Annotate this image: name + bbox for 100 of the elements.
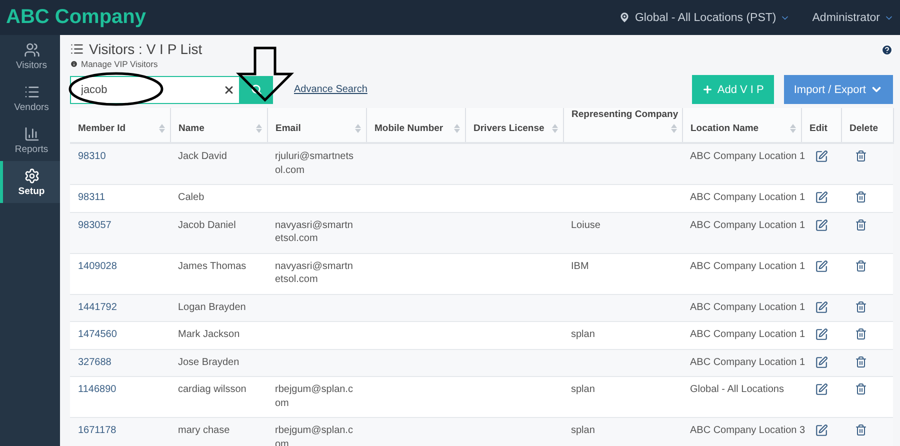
column-header: Edit [810,123,828,134]
table-cell: ABC Company Location 1 [690,220,806,230]
table-cell: rjuluri@smartnetsol.com [275,151,354,176]
location-pin-icon [618,11,631,24]
edit-button[interactable] [815,218,828,232]
edit-icon [815,218,828,232]
trash-icon [855,300,867,312]
sidebar-item[interactable]: Reports [0,119,60,161]
page-subtitle: Manage VIP Visitors [81,59,158,69]
member-id-link[interactable]: 327688 [78,356,112,368]
trash-icon [855,150,867,162]
delete-button[interactable] [855,260,867,272]
search-icon [251,84,262,95]
table-cell: Global - All Locations [690,384,784,395]
edit-button[interactable] [815,328,828,341]
table-cell: Jose Brayden [178,356,240,368]
delete-button[interactable] [855,218,867,232]
column-header: Mobile Number [374,123,444,134]
table-cell: ABC Company Location 3 [690,425,806,436]
table-cell: splan [571,384,595,395]
table-cell: ABC Company Location 1 [690,329,806,340]
help-icon[interactable] [881,44,893,56]
edit-button[interactable] [815,191,828,204]
sidebar-item[interactable]: Visitors [0,35,60,77]
table-cell: Mark Jackson [178,329,240,340]
edit-icon [815,424,828,437]
settings-icon [24,168,40,184]
trash-icon [855,260,867,272]
edit-button[interactable] [815,150,828,163]
table-cell: navyasri@smartnetsol.com [275,220,353,244]
member-id-link[interactable]: 1146890 [78,384,116,395]
search-field[interactable]: jacob [70,76,240,104]
table-cell: Jacob Daniel [178,220,236,230]
edit-icon [815,191,828,204]
bar-chart-icon [24,126,40,142]
column-header: Drivers License [474,123,544,134]
table-cell: ABC Company Location 1 [690,260,806,272]
member-id-link[interactable]: 983057 [78,220,112,230]
delete-button[interactable] [855,356,867,368]
page-title: Visitors : V I P List [89,41,202,57]
table-cell: Loiuse [571,220,600,230]
delete-button[interactable] [855,191,867,204]
column-header: Location Name [690,123,759,134]
edit-icon [815,356,828,368]
brand-name: ABC Company [6,6,148,29]
member-id-link[interactable]: 1441792 [78,302,117,312]
edit-button[interactable] [815,383,828,396]
edit-button[interactable] [815,356,828,368]
list-icon [70,42,84,56]
column-header: Email [276,123,301,134]
delete-button[interactable] [855,300,867,314]
table-cell: splan [571,425,595,436]
plus-icon [702,84,714,95]
table-cell: IBM [571,260,589,272]
table-cell: rbejgum@splan.com [275,384,353,408]
trash-icon [855,328,867,340]
table-cell: Logan Brayden [178,302,246,312]
trash-icon [855,191,867,203]
column-header: Representing Company [572,109,678,120]
member-id-link[interactable]: 98311 [78,192,106,203]
edit-icon [815,150,828,163]
table-cell: cardiag wilsson [178,384,246,395]
table-cell: ABC Company Location 1 [690,192,806,203]
edit-icon [815,260,828,272]
sidebar-item[interactable]: Setup [0,161,60,203]
users-icon [24,42,40,58]
column-header: Member Id [78,123,126,134]
clear-icon[interactable] [223,84,235,96]
table-cell: ABC Company Location 1 [690,356,806,368]
location-selector[interactable]: Global - All Locations (PST) [618,11,790,24]
edit-button[interactable] [815,300,828,314]
advance-search-link[interactable]: Advance Search [294,84,368,95]
edit-icon [815,300,828,314]
table-cell: James Thomas [178,260,246,272]
edit-icon [815,383,828,396]
table-cell: mary chase [178,425,230,436]
delete-button[interactable] [855,328,867,341]
table-cell: ABC Company Location 1 [690,151,806,162]
edit-button[interactable] [815,260,828,272]
delete-button[interactable] [855,383,867,396]
info-icon [70,60,78,68]
delete-button[interactable] [855,150,867,163]
trash-icon [855,424,867,436]
list-icon [24,84,40,100]
table-cell: navyasri@smartnetsol.com [275,260,353,285]
member-id-link[interactable]: 1671178 [78,425,116,436]
sidebar-item[interactable]: Vendors [0,77,60,119]
user-menu[interactable]: Administrator [812,12,894,24]
table-cell: splan [571,329,595,340]
table-cell: Jack David [178,151,227,162]
edit-icon [815,328,828,341]
search-input[interactable]: jacob [79,82,223,96]
delete-button[interactable] [855,424,867,437]
member-id-link[interactable]: 98310 [78,151,106,162]
member-id-link[interactable]: 1474560 [78,329,117,340]
edit-button[interactable] [815,424,828,437]
import-export-button[interactable]: Import / Export [784,75,893,104]
member-id-link[interactable]: 1409028 [78,260,117,272]
table-cell: Caleb [178,192,204,203]
column-header: Name [178,123,204,134]
